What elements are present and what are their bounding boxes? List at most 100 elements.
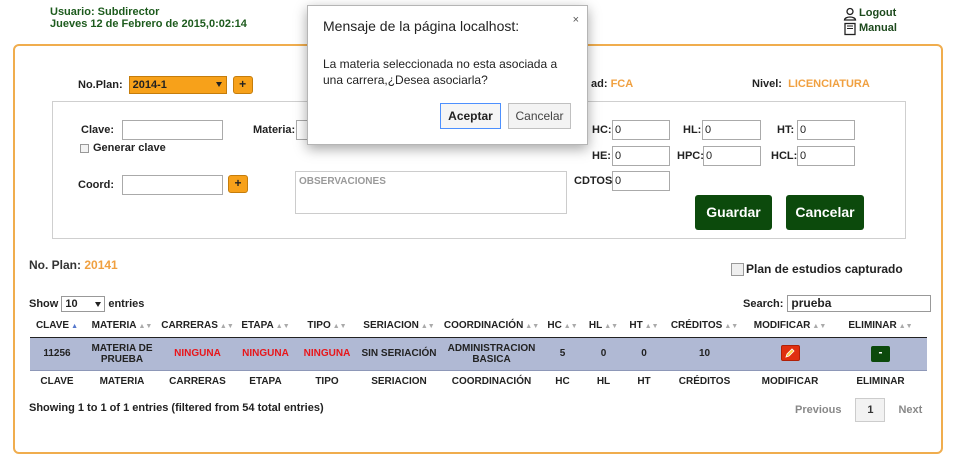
- cell-etapa: NINGUNA: [235, 336, 296, 371]
- column-header-hl[interactable]: HL ▲▼: [582, 315, 625, 338]
- dialog-message: La materia seleccionada no esta asociada…: [323, 57, 558, 87]
- entries-select-value: 10: [65, 298, 78, 310]
- sort-icon: ▲▼: [420, 323, 435, 331]
- column-header-eliminar[interactable]: ELIMINAR ▲▼: [834, 315, 927, 338]
- ht-label: HT:: [777, 124, 795, 136]
- user-icon: [843, 7, 857, 21]
- footer-clave: CLAVE: [30, 369, 84, 392]
- nivel-label: Nivel:: [752, 78, 782, 90]
- footer-ht: HT: [625, 369, 663, 392]
- add-coord-button[interactable]: +: [228, 175, 248, 193]
- search-input[interactable]: prueba: [787, 295, 932, 312]
- hc-label: HC:: [592, 124, 612, 136]
- footer-coordinacion: COORDINACIÓN: [440, 369, 543, 392]
- cell-eliminar: -: [834, 336, 927, 371]
- hl-input[interactable]: 0: [702, 120, 761, 140]
- subjects-table: CLAVE ▲ MATERIA ▲▼ CARRERAS ▲▼ ETAPA ▲▼ TIPO…: [30, 315, 927, 392]
- footer-hc: HC: [543, 369, 582, 392]
- unidad-value: FCA: [610, 78, 634, 90]
- he-input[interactable]: 0: [612, 146, 670, 166]
- table-info: Showing 1 to 1 of 1 entries (filtered fr…: [29, 402, 324, 414]
- cell-tipo: NINGUNA: [296, 336, 358, 371]
- hcl-input[interactable]: 0: [797, 146, 855, 166]
- sort-icon: ▲▼: [219, 323, 234, 331]
- page-1-button[interactable]: 1: [855, 398, 886, 422]
- footer-eliminar: ELIMINAR: [834, 369, 927, 392]
- cell-ht: 0: [625, 336, 663, 371]
- cell-creditos: 10: [663, 336, 746, 371]
- sort-icon: ▲▼: [563, 323, 578, 331]
- column-header-etapa[interactable]: ETAPA ▲▼: [235, 315, 296, 338]
- footer-materia: MATERIA: [84, 369, 160, 392]
- cell-seriacion: SIN SERIACIÓN: [358, 336, 440, 371]
- plan-select-value: 2014-1: [132, 79, 167, 91]
- caret-down-icon: [95, 302, 102, 307]
- coord-label: Coord:: [78, 179, 115, 191]
- footer-seriacion: SERIACION: [358, 369, 440, 392]
- observaciones-textarea[interactable]: OBSERVACIONES: [295, 171, 567, 214]
- accept-button[interactable]: Aceptar: [440, 103, 501, 129]
- clave-label: Clave:: [81, 124, 115, 136]
- column-header-seriacion[interactable]: SERIACION ▲▼: [358, 315, 440, 338]
- column-header-creditos[interactable]: CRÉDITOS ▲▼: [663, 315, 746, 338]
- column-header-tipo[interactable]: TIPO ▲▼: [296, 315, 358, 338]
- column-header-modificar[interactable]: MODIFICAR ▲▼: [746, 315, 834, 338]
- table-footer-row: CLAVE MATERIA CARRERAS ETAPA TIPO SERIAC…: [30, 369, 927, 392]
- delete-button[interactable]: -: [871, 345, 890, 362]
- pagination: Previous 1 Next: [795, 398, 922, 422]
- ht-input[interactable]: 0: [797, 120, 855, 140]
- column-header-ht[interactable]: HT ▲▼: [625, 315, 663, 338]
- pencil-icon: [785, 348, 795, 358]
- add-plan-button[interactable]: +: [232, 76, 253, 94]
- manual-link[interactable]: Manual: [843, 21, 897, 36]
- manual-label: Manual: [859, 22, 897, 34]
- sort-icon: ▲▼: [138, 323, 153, 331]
- nivel-field: Nivel: LICENCIATURA: [752, 78, 870, 90]
- nivel-value: LICENCIATURA: [788, 78, 870, 90]
- plan-capturado-label: Plan de estudios capturado: [746, 262, 903, 276]
- hcl-label: HCL:: [771, 150, 798, 162]
- he-label: HE:: [592, 150, 611, 162]
- plan-capturado-option[interactable]: Plan de estudios capturado: [731, 262, 903, 276]
- plan-capturado-checkbox[interactable]: [731, 262, 744, 276]
- cell-materia: MATERIA DE PRUEBA: [84, 336, 160, 371]
- unidad-label: ad:: [591, 78, 608, 90]
- footer-modificar: MODIFICAR: [746, 369, 834, 392]
- edit-button[interactable]: [780, 345, 800, 361]
- noplan-value: 20141: [84, 258, 118, 272]
- top-links: Logout Manual: [843, 6, 897, 36]
- dialog-title: Mensaje de la página localhost:: [323, 18, 520, 34]
- column-header-clave[interactable]: CLAVE ▲: [30, 315, 84, 338]
- generar-clave-option[interactable]: Generar clave: [80, 142, 166, 154]
- entries-select[interactable]: 10: [61, 296, 106, 312]
- column-header-carreras[interactable]: CARRERAS ▲▼: [160, 315, 235, 338]
- materia-label: Materia:: [253, 124, 296, 136]
- close-icon[interactable]: ×: [573, 14, 579, 26]
- plan-select[interactable]: 2014-1: [128, 76, 227, 94]
- table-row[interactable]: 11256 MATERIA DE PRUEBA NINGUNA NINGUNA …: [30, 336, 927, 371]
- hc-input[interactable]: 0: [612, 120, 670, 140]
- cancelar-button[interactable]: Cancelar: [786, 195, 864, 230]
- footer-creditos: CRÉDITOS: [663, 369, 746, 392]
- cancel-button[interactable]: Cancelar: [508, 103, 571, 129]
- cell-modificar: [746, 336, 834, 371]
- logout-link[interactable]: Logout: [843, 6, 897, 21]
- hpc-input[interactable]: 0: [703, 146, 761, 166]
- sort-icon: ▲▼: [604, 323, 619, 331]
- entries-control: Show 10 entries: [29, 296, 144, 312]
- guardar-button[interactable]: Guardar: [695, 195, 772, 230]
- sort-icon: ▲▼: [275, 323, 290, 331]
- column-header-coordinacion[interactable]: COORDINACIÓN ▲▼: [440, 315, 543, 338]
- column-header-materia[interactable]: MATERIA ▲▼: [84, 315, 160, 338]
- column-header-hc[interactable]: HC ▲▼: [543, 315, 582, 338]
- sort-icon: ▲▼: [898, 323, 913, 331]
- hpc-label: HPC:: [677, 150, 704, 162]
- sort-icon: ▲▼: [332, 323, 347, 331]
- previous-page-button[interactable]: Previous: [795, 404, 841, 416]
- show-label: Show: [29, 298, 59, 310]
- clave-input[interactable]: [122, 120, 223, 140]
- next-page-button[interactable]: Next: [898, 404, 922, 416]
- coord-input[interactable]: [122, 175, 223, 195]
- cdtos-input[interactable]: 0: [612, 171, 670, 191]
- generar-clave-checkbox[interactable]: [80, 143, 89, 153]
